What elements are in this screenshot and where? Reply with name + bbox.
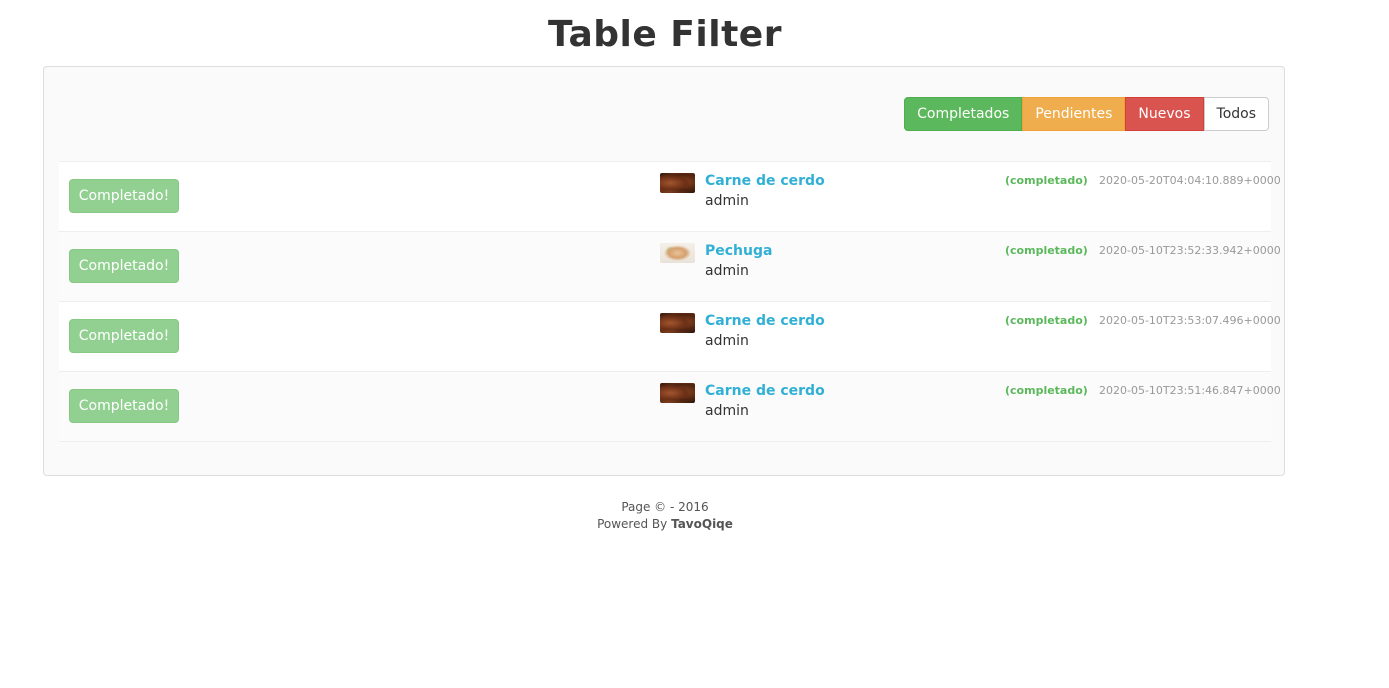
chicken-thumbnail (660, 243, 695, 263)
item-name-link[interactable]: Carne de cerdo (705, 383, 825, 399)
orders-table: Completado! Carne de cerdo admin (comple… (59, 161, 1281, 442)
completado-button[interactable]: Completado! (69, 319, 179, 353)
item-user: admin (705, 333, 749, 349)
footer-powered-prefix: Powered By (597, 517, 672, 531)
page-title: Table Filter (548, 14, 782, 55)
item-user: admin (705, 193, 749, 209)
item-date: 2020-05-20T04:04:10.889+0000 (1099, 174, 1281, 187)
table-row: Completado! Carne de cerdo admin (comple… (59, 302, 1281, 372)
item-name-link[interactable]: Pechuga (705, 243, 772, 259)
item-name-link[interactable]: Carne de cerdo (705, 313, 825, 329)
meat-thumbnail (660, 313, 695, 333)
item-date: 2020-05-10T23:53:07.496+0000 (1099, 314, 1281, 327)
completado-button[interactable]: Completado! (69, 179, 179, 213)
footer-copyright: Page © - 2016 (621, 500, 709, 514)
item-name-link[interactable]: Carne de cerdo (705, 173, 825, 189)
filter-nuevos-button[interactable]: Nuevos (1125, 97, 1204, 131)
item-date: 2020-05-10T23:52:33.942+0000 (1099, 244, 1281, 257)
table-row: Completado! Carne de cerdo admin (comple… (59, 162, 1281, 232)
filter-completados-button[interactable]: Completados (904, 97, 1023, 131)
item-date: 2020-05-10T23:51:46.847+0000 (1099, 384, 1281, 397)
page-footer: Page © - 2016 Powered By TavoQiqe (0, 499, 1330, 533)
filter-todos-button[interactable]: Todos (1203, 97, 1269, 131)
meat-thumbnail (660, 173, 695, 193)
item-status: (completado) (1005, 244, 1088, 257)
filter-panel: Completados Pendientes Nuevos Todos Comp… (43, 66, 1285, 476)
filter-button-group: Completados Pendientes Nuevos Todos (904, 97, 1269, 131)
table-row: Completado! Carne de cerdo admin (comple… (59, 372, 1281, 442)
item-user: admin (705, 403, 749, 419)
completado-button[interactable]: Completado! (69, 389, 179, 423)
item-status: (completado) (1005, 384, 1088, 397)
item-status: (completado) (1005, 174, 1088, 187)
item-user: admin (705, 263, 749, 279)
completado-button[interactable]: Completado! (69, 249, 179, 283)
table-row: Completado! Pechuga admin (completado) 2… (59, 232, 1281, 302)
footer-author: TavoQiqe (671, 517, 733, 531)
item-status: (completado) (1005, 314, 1088, 327)
footer-powered-by: Powered By TavoQiqe (0, 516, 1330, 533)
meat-thumbnail (660, 383, 695, 403)
filter-pendientes-button[interactable]: Pendientes (1022, 97, 1126, 131)
